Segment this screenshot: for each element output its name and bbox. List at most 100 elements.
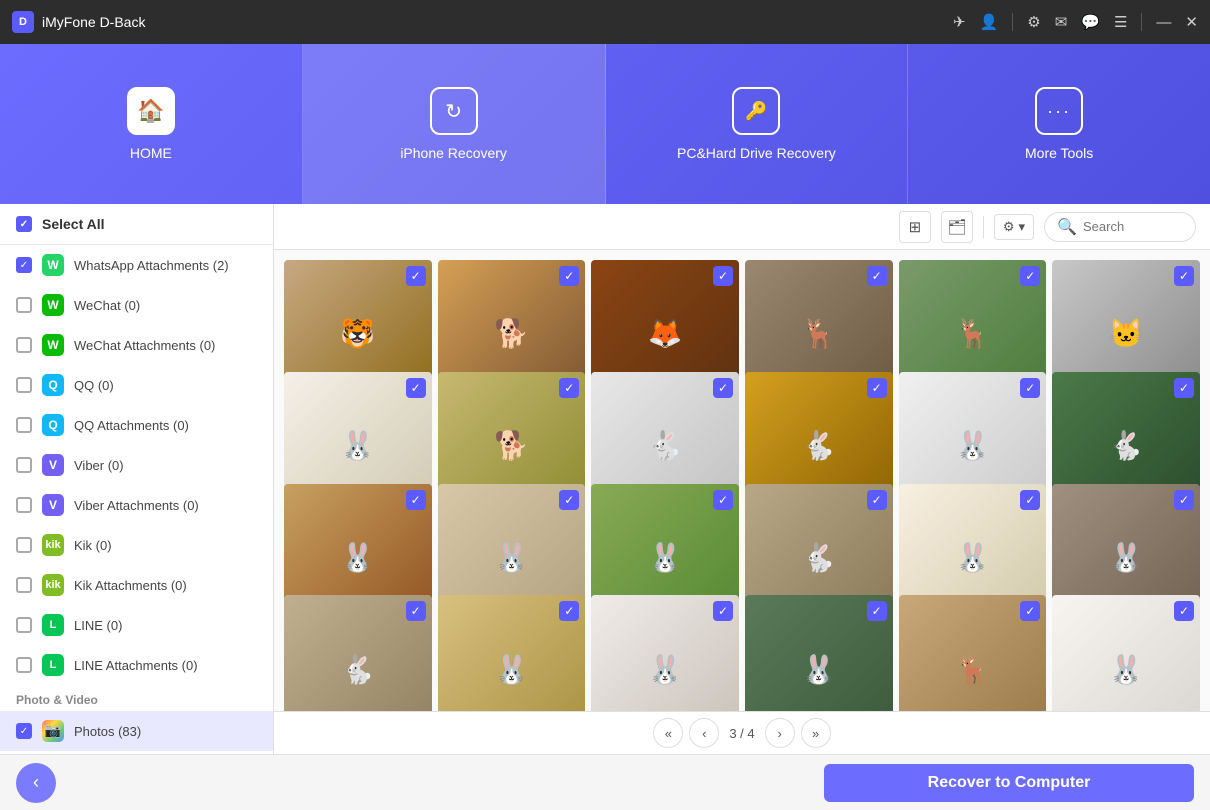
more-tools-icon: ···	[1035, 87, 1083, 135]
filter-button[interactable]: ⚙ ▾	[994, 214, 1034, 240]
iphone-recovery-icon: ↻	[430, 87, 478, 135]
sidebar-item-whatsapp[interactable]: W WhatsApp Attachments (2)	[0, 245, 273, 285]
wechat-att-checkbox[interactable]	[16, 337, 32, 353]
share-icon[interactable]: ✈	[953, 13, 966, 31]
image-check-21[interactable]: ✓	[867, 601, 887, 621]
nav-home[interactable]: 🏠 HOME	[0, 44, 303, 204]
search-box[interactable]: 🔍	[1044, 212, 1196, 242]
select-all-row[interactable]: Select All	[0, 204, 273, 245]
home-icon: 🏠	[127, 87, 175, 135]
folder-view-button[interactable]: 🗂	[941, 211, 973, 243]
image-check-12[interactable]: ✓	[406, 490, 426, 510]
image-cell-18[interactable]: ✓🐇	[284, 595, 432, 711]
image-check-22[interactable]: ✓	[1020, 601, 1040, 621]
nav-pc-recovery[interactable]: 🔑 PC&Hard Drive Recovery	[606, 44, 909, 204]
kik-att-checkbox[interactable]	[16, 577, 32, 593]
grid-view-button[interactable]: ⊞	[899, 211, 931, 243]
image-check-3[interactable]: ✓	[867, 266, 887, 286]
image-check-14[interactable]: ✓	[713, 490, 733, 510]
qq-checkbox[interactable]	[16, 377, 32, 393]
recover-to-computer-button[interactable]: Recover to Computer	[824, 764, 1194, 802]
sidebar-item-viber-att[interactable]: V Viber Attachments (0)	[0, 485, 273, 525]
line-label: LINE (0)	[74, 618, 122, 633]
app-logo: D	[12, 11, 34, 33]
image-cell-20[interactable]: ✓🐰	[591, 595, 739, 711]
viber-att-icon: V	[42, 494, 64, 516]
minimize-button[interactable]: —	[1156, 14, 1171, 31]
back-button[interactable]: ‹	[16, 763, 56, 803]
main-area: Select All W WhatsApp Attachments (2) W …	[0, 204, 1210, 754]
search-input[interactable]	[1083, 219, 1183, 234]
whatsapp-label: WhatsApp Attachments (2)	[74, 258, 229, 273]
image-cell-21[interactable]: ✓🐰	[745, 595, 893, 711]
title-bar-left: D iMyFone D-Back	[12, 11, 145, 33]
close-button[interactable]: ✕	[1185, 13, 1198, 31]
image-check-18[interactable]: ✓	[406, 601, 426, 621]
sidebar: Select All W WhatsApp Attachments (2) W …	[0, 204, 274, 754]
photos-checkbox[interactable]	[16, 723, 32, 739]
title-bar-right: ✈ 👤 ⚙ ✉ 💬 ☰ — ✕	[953, 13, 1198, 31]
viber-att-label: Viber Attachments (0)	[74, 498, 199, 513]
sidebar-item-wechat-att[interactable]: W WeChat Attachments (0)	[0, 325, 273, 365]
image-check-23[interactable]: ✓	[1174, 601, 1194, 621]
nav-more-tools[interactable]: ··· More Tools	[908, 44, 1210, 204]
whatsapp-icon: W	[42, 254, 64, 276]
image-check-2[interactable]: ✓	[713, 266, 733, 286]
image-check-8[interactable]: ✓	[713, 378, 733, 398]
settings-icon[interactable]: ⚙	[1027, 13, 1040, 31]
sidebar-item-qq[interactable]: Q QQ (0)	[0, 365, 273, 405]
image-check-19[interactable]: ✓	[559, 601, 579, 621]
divider2	[1141, 13, 1142, 31]
image-check-20[interactable]: ✓	[713, 601, 733, 621]
qq-att-checkbox[interactable]	[16, 417, 32, 433]
line-checkbox[interactable]	[16, 617, 32, 633]
image-check-4[interactable]: ✓	[1020, 266, 1040, 286]
image-check-6[interactable]: ✓	[406, 378, 426, 398]
wechat-checkbox[interactable]	[16, 297, 32, 313]
last-page-button[interactable]: »	[801, 718, 831, 748]
image-check-15[interactable]: ✓	[867, 490, 887, 510]
sidebar-item-viber[interactable]: V Viber (0)	[0, 445, 273, 485]
whatsapp-checkbox[interactable]	[16, 257, 32, 273]
sidebar-item-wechat[interactable]: W WeChat (0)	[0, 285, 273, 325]
prev-page-button[interactable]: ‹	[689, 718, 719, 748]
toolbar-divider	[983, 216, 984, 238]
image-check-9[interactable]: ✓	[867, 378, 887, 398]
image-check-7[interactable]: ✓	[559, 378, 579, 398]
photos-label: Photos (83)	[74, 724, 141, 739]
menu-icon[interactable]: ☰	[1114, 13, 1127, 31]
qq-icon: Q	[42, 374, 64, 396]
first-page-button[interactable]: «	[653, 718, 683, 748]
viber-checkbox[interactable]	[16, 457, 32, 473]
mail-icon[interactable]: ✉	[1055, 13, 1068, 31]
viber-att-checkbox[interactable]	[16, 497, 32, 513]
kik-att-label: Kik Attachments (0)	[74, 578, 187, 593]
bottom-bar: ‹ Recover to Computer	[0, 754, 1210, 810]
sidebar-item-qq-att[interactable]: Q QQ Attachments (0)	[0, 405, 273, 445]
image-check-11[interactable]: ✓	[1174, 378, 1194, 398]
nav-iphone-recovery[interactable]: ↻ iPhone Recovery	[303, 44, 606, 204]
image-check-13[interactable]: ✓	[559, 490, 579, 510]
search-icon: 🔍	[1057, 217, 1077, 237]
next-page-button[interactable]: ›	[765, 718, 795, 748]
image-check-5[interactable]: ✓	[1174, 266, 1194, 286]
image-check-0[interactable]: ✓	[406, 266, 426, 286]
sidebar-item-kik-att[interactable]: kik Kik Attachments (0)	[0, 565, 273, 605]
chat-icon[interactable]: 💬	[1081, 13, 1100, 31]
line-att-checkbox[interactable]	[16, 657, 32, 673]
image-check-16[interactable]: ✓	[1020, 490, 1040, 510]
image-cell-19[interactable]: ✓🐰	[438, 595, 586, 711]
kik-checkbox[interactable]	[16, 537, 32, 553]
image-check-1[interactable]: ✓	[559, 266, 579, 286]
image-cell-22[interactable]: ✓🦌	[899, 595, 1047, 711]
select-all-checkbox[interactable]	[16, 216, 32, 232]
sidebar-item-photos[interactable]: 📷 Photos (83)	[0, 711, 273, 751]
sidebar-item-kik[interactable]: kik Kik (0)	[0, 525, 273, 565]
image-cell-23[interactable]: ✓🐰	[1052, 595, 1200, 711]
photo-video-section-label: Photo & Video	[0, 685, 273, 711]
user-icon[interactable]: 👤	[980, 13, 999, 31]
image-check-10[interactable]: ✓	[1020, 378, 1040, 398]
sidebar-item-line-att[interactable]: L LINE Attachments (0)	[0, 645, 273, 685]
sidebar-item-line[interactable]: L LINE (0)	[0, 605, 273, 645]
image-check-17[interactable]: ✓	[1174, 490, 1194, 510]
